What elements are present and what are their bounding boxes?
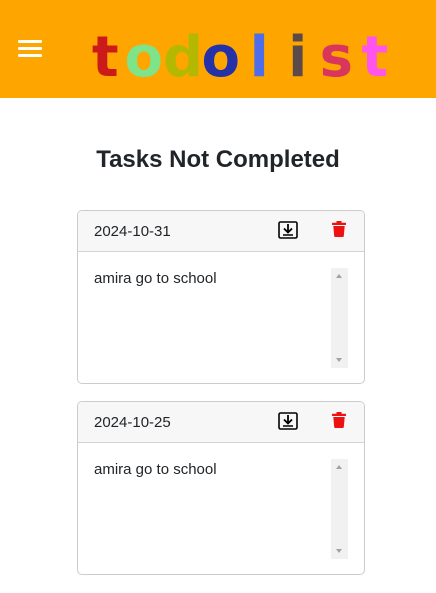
card-body: amira go to school	[78, 252, 364, 383]
logo-letter: t	[361, 25, 389, 90]
hamburger-line	[18, 47, 42, 50]
task-card: 2024-10-31 amira go to school	[77, 210, 365, 384]
logo-letter: i	[288, 25, 308, 90]
card-body: amira go to school	[78, 443, 364, 574]
task-textarea[interactable]: amira go to school	[90, 266, 336, 372]
trash-icon[interactable]	[332, 221, 346, 237]
scrollbar[interactable]	[331, 268, 348, 368]
hamburger-icon[interactable]	[18, 40, 42, 58]
download-icon[interactable]	[278, 221, 298, 239]
logo-letter: d	[163, 25, 204, 90]
logo: t o d o l i s t	[86, 16, 394, 86]
scrollbar[interactable]	[331, 459, 348, 559]
hamburger-line	[18, 40, 42, 43]
logo-letter: t	[91, 25, 119, 90]
logo-letter: o	[201, 25, 240, 90]
hamburger-line	[18, 54, 42, 57]
navbar: t o d o l i s t	[0, 0, 436, 98]
task-textarea[interactable]: amira go to school	[90, 457, 336, 563]
scroll-up-arrow-icon[interactable]	[336, 274, 342, 278]
card-header: 2024-10-25	[78, 402, 364, 443]
task-date: 2024-10-25	[94, 414, 171, 431]
trash-icon[interactable]	[332, 412, 346, 428]
logo-letter: s	[319, 25, 353, 90]
download-icon[interactable]	[278, 412, 298, 430]
scroll-down-arrow-icon[interactable]	[336, 358, 342, 362]
task-date: 2024-10-31	[94, 223, 171, 240]
card-header: 2024-10-31	[78, 211, 364, 252]
logo-letter: o	[124, 25, 163, 90]
task-card: 2024-10-25 amira go to school	[77, 401, 365, 575]
scroll-down-arrow-icon[interactable]	[336, 549, 342, 553]
scroll-up-arrow-icon[interactable]	[336, 465, 342, 469]
logo-letter: l	[249, 25, 269, 90]
page-title: Tasks Not Completed	[96, 146, 340, 173]
